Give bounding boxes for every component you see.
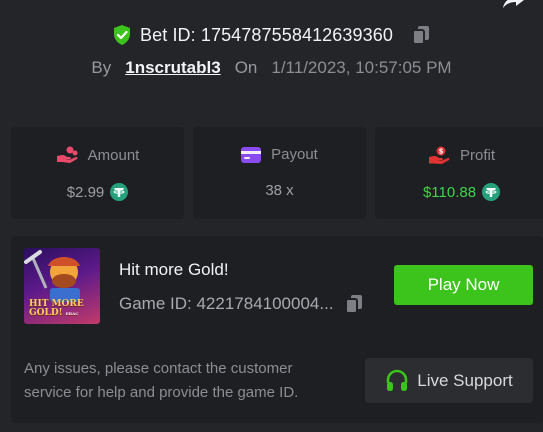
live-support-label: Live Support <box>417 370 513 390</box>
stats-panel: Amount $2.99 Payout 38 x $ Profit $110.8… <box>11 127 543 219</box>
svg-text:$: $ <box>439 148 444 156</box>
live-support-button[interactable]: Live Support <box>365 358 533 403</box>
share-icon <box>503 0 524 8</box>
stat-amount-value: $2.99 <box>66 183 105 201</box>
stat-payout-label: Payout <box>271 146 318 163</box>
bet-meta: By 1nscrutabl3 On 1/11/2023, 10:57:05 PM <box>0 58 543 78</box>
bet-date: 1/11/2023, 10:57:05 PM <box>271 58 452 77</box>
stat-profit: $ Profit $110.88 <box>375 127 543 219</box>
bet-id: Bet ID: 1754787558412639360 <box>140 24 393 45</box>
hand-money-icon: $ <box>428 146 450 164</box>
game-title: Hit more Gold! <box>119 260 229 279</box>
stat-payout: Payout 38 x <box>193 127 366 219</box>
game-thumbnail-logo: HIT MORE GOLD! ERAC <box>29 299 84 318</box>
game-thumbnail[interactable]: HIT MORE GOLD! ERAC <box>24 248 100 324</box>
by-label: By <box>91 58 112 77</box>
wallet-card-icon <box>241 146 262 163</box>
stat-payout-value: 38 x <box>265 182 294 199</box>
tether-icon <box>482 183 501 201</box>
author-link[interactable]: 1nscrutabl3 <box>125 58 220 78</box>
share-button[interactable] <box>499 0 529 12</box>
play-now-button[interactable]: Play Now <box>394 265 533 305</box>
bet-id-row: Bet ID: 1754787558412639360 <box>0 24 543 46</box>
copy-game-id-button[interactable] <box>344 293 364 315</box>
tether-icon <box>110 183 129 201</box>
stat-amount-label: Amount <box>87 146 140 164</box>
game-card: HIT MORE GOLD! ERAC Hit more Gold! Game … <box>11 236 543 423</box>
support-help-text: Any issues, please contact the customer … <box>24 360 299 401</box>
on-label: On <box>234 58 258 77</box>
headset-icon <box>386 369 408 391</box>
copy-icon <box>411 26 429 45</box>
copy-icon <box>344 295 362 314</box>
hand-coins-icon <box>56 146 78 163</box>
verified-shield-icon <box>114 25 131 45</box>
stat-amount: Amount $2.99 <box>11 127 184 219</box>
stat-profit-label: Profit <box>459 146 495 164</box>
copy-bet-id-button[interactable] <box>411 24 431 46</box>
game-id: Game ID: 4221784100004... <box>119 294 334 313</box>
stat-profit-value: $110.88 <box>422 183 477 201</box>
